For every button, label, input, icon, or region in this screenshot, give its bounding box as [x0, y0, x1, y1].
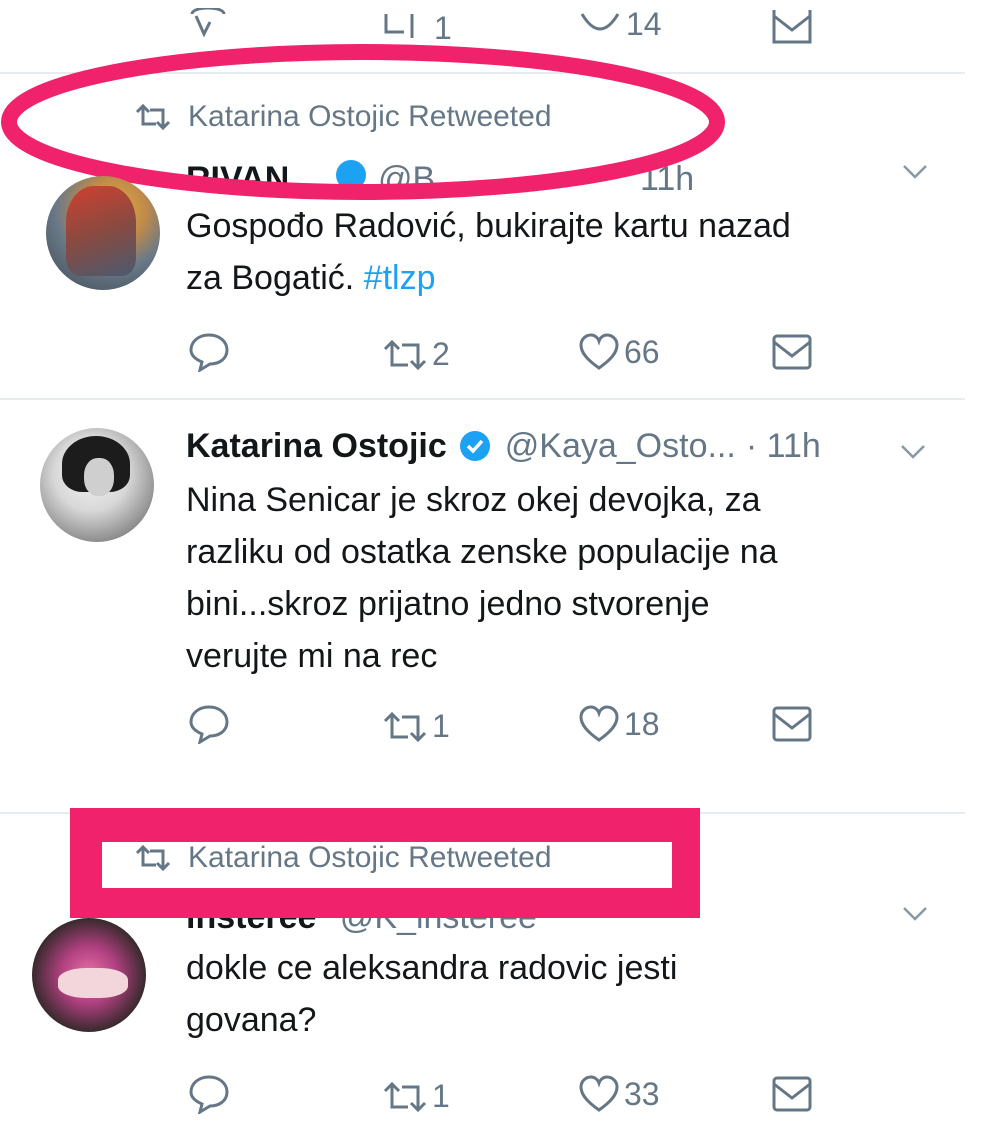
like-icon: [579, 705, 619, 742]
reply-button[interactable]: [188, 1074, 230, 1114]
tweet-text-line: dokle ce aleksandra radovic jesti: [186, 949, 678, 987]
chevron-down-icon[interactable]: [900, 444, 926, 465]
chevron-down-icon[interactable]: [902, 164, 928, 185]
avatar-figure: [58, 968, 128, 998]
retweet-button[interactable]: 2: [382, 336, 450, 373]
author-handle[interactable]: @Kaya_Osto...: [505, 424, 736, 468]
tweet-text-line: Nina Senicar je skroz okej devojka, za: [186, 481, 761, 519]
reply-button[interactable]: [188, 704, 230, 744]
like-count: 18: [624, 705, 660, 742]
retweet-count: 1: [432, 708, 450, 744]
verified-badge-icon: [459, 431, 490, 461]
dm-icon: [772, 1076, 812, 1112]
avatar[interactable]: [40, 428, 154, 542]
avatar-figure: [66, 186, 136, 276]
tweet-text-line: razliku od ostatka zenske populacije na: [186, 533, 778, 571]
tweet-text-fragment: za Bogatić.: [186, 259, 355, 297]
dm-icon: [772, 706, 812, 742]
retweet-icon: [384, 13, 414, 38]
like-button[interactable]: 66: [578, 332, 660, 372]
like-button[interactable]: 33: [578, 1074, 660, 1114]
tweet-text-line: govana?: [186, 1001, 317, 1039]
tweet-text: Nina Senicar je skroz okej devojka, za r…: [186, 474, 778, 682]
avatar[interactable]: [46, 176, 160, 290]
tweet-text-line: Gospođo Radović, bukirajte kartu nazad: [186, 207, 791, 245]
like-count: 33: [624, 1075, 660, 1112]
tweet-text: Gospođo Radović, bukirajte kartu nazad z…: [186, 200, 791, 304]
hashtag-link[interactable]: #tlzp: [364, 259, 436, 297]
retweet-icon: [383, 1081, 427, 1112]
dm-icon: [772, 10, 812, 44]
like-count: 14: [626, 5, 662, 42]
retweet-context-text: Katarina Ostojic Retweeted: [188, 841, 552, 874]
chevron-down-icon[interactable]: [902, 906, 928, 927]
like-icon: [579, 333, 619, 370]
tweet-time[interactable]: · 11h: [746, 424, 821, 468]
retweet-count: 1: [432, 1078, 450, 1114]
reply-icon: [190, 8, 226, 38]
tweet-text-line: za Bogatić. #tlzp: [186, 252, 791, 304]
tweet-text: dokle ce aleksandra radovic jesti govana…: [186, 942, 677, 1046]
author-name[interactable]: Katarina Ostojic: [186, 424, 447, 468]
reply-button[interactable]: [188, 8, 228, 44]
dm-button[interactable]: [772, 334, 812, 370]
dm-button[interactable]: [772, 706, 812, 742]
reply-icon: [189, 1075, 229, 1114]
tweet-divider: [0, 398, 965, 400]
tweet-text-line: bini...skroz prijatno jedno stvorenje: [186, 585, 710, 623]
dm-button[interactable]: [772, 8, 812, 46]
like-button[interactable]: 14: [578, 4, 662, 44]
reply-icon: [189, 705, 229, 744]
retweet-button[interactable]: 1: [382, 1078, 450, 1115]
like-icon: [580, 13, 620, 31]
author-line: Katarina Ostojic @Kaya_Osto... · 11h: [186, 424, 821, 468]
retweet-icon: [383, 339, 427, 370]
avatar[interactable]: [32, 918, 146, 1032]
retweet-count: 2: [432, 336, 450, 372]
retweet-icon: [383, 711, 427, 742]
retweet-context: Katarina Ostojic Retweeted: [134, 841, 552, 875]
like-button[interactable]: 18: [578, 704, 660, 744]
retweet-button[interactable]: 1: [382, 708, 450, 745]
avatar-face: [84, 458, 114, 496]
reply-icon: [189, 333, 229, 372]
tweet-text-line: verujte mi na rec: [186, 637, 438, 675]
dm-icon: [772, 334, 812, 370]
retweet-icon: [135, 845, 171, 871]
reply-button[interactable]: [188, 332, 230, 372]
dm-button[interactable]: [772, 1076, 812, 1112]
like-count: 66: [624, 333, 660, 370]
like-icon: [579, 1075, 619, 1112]
